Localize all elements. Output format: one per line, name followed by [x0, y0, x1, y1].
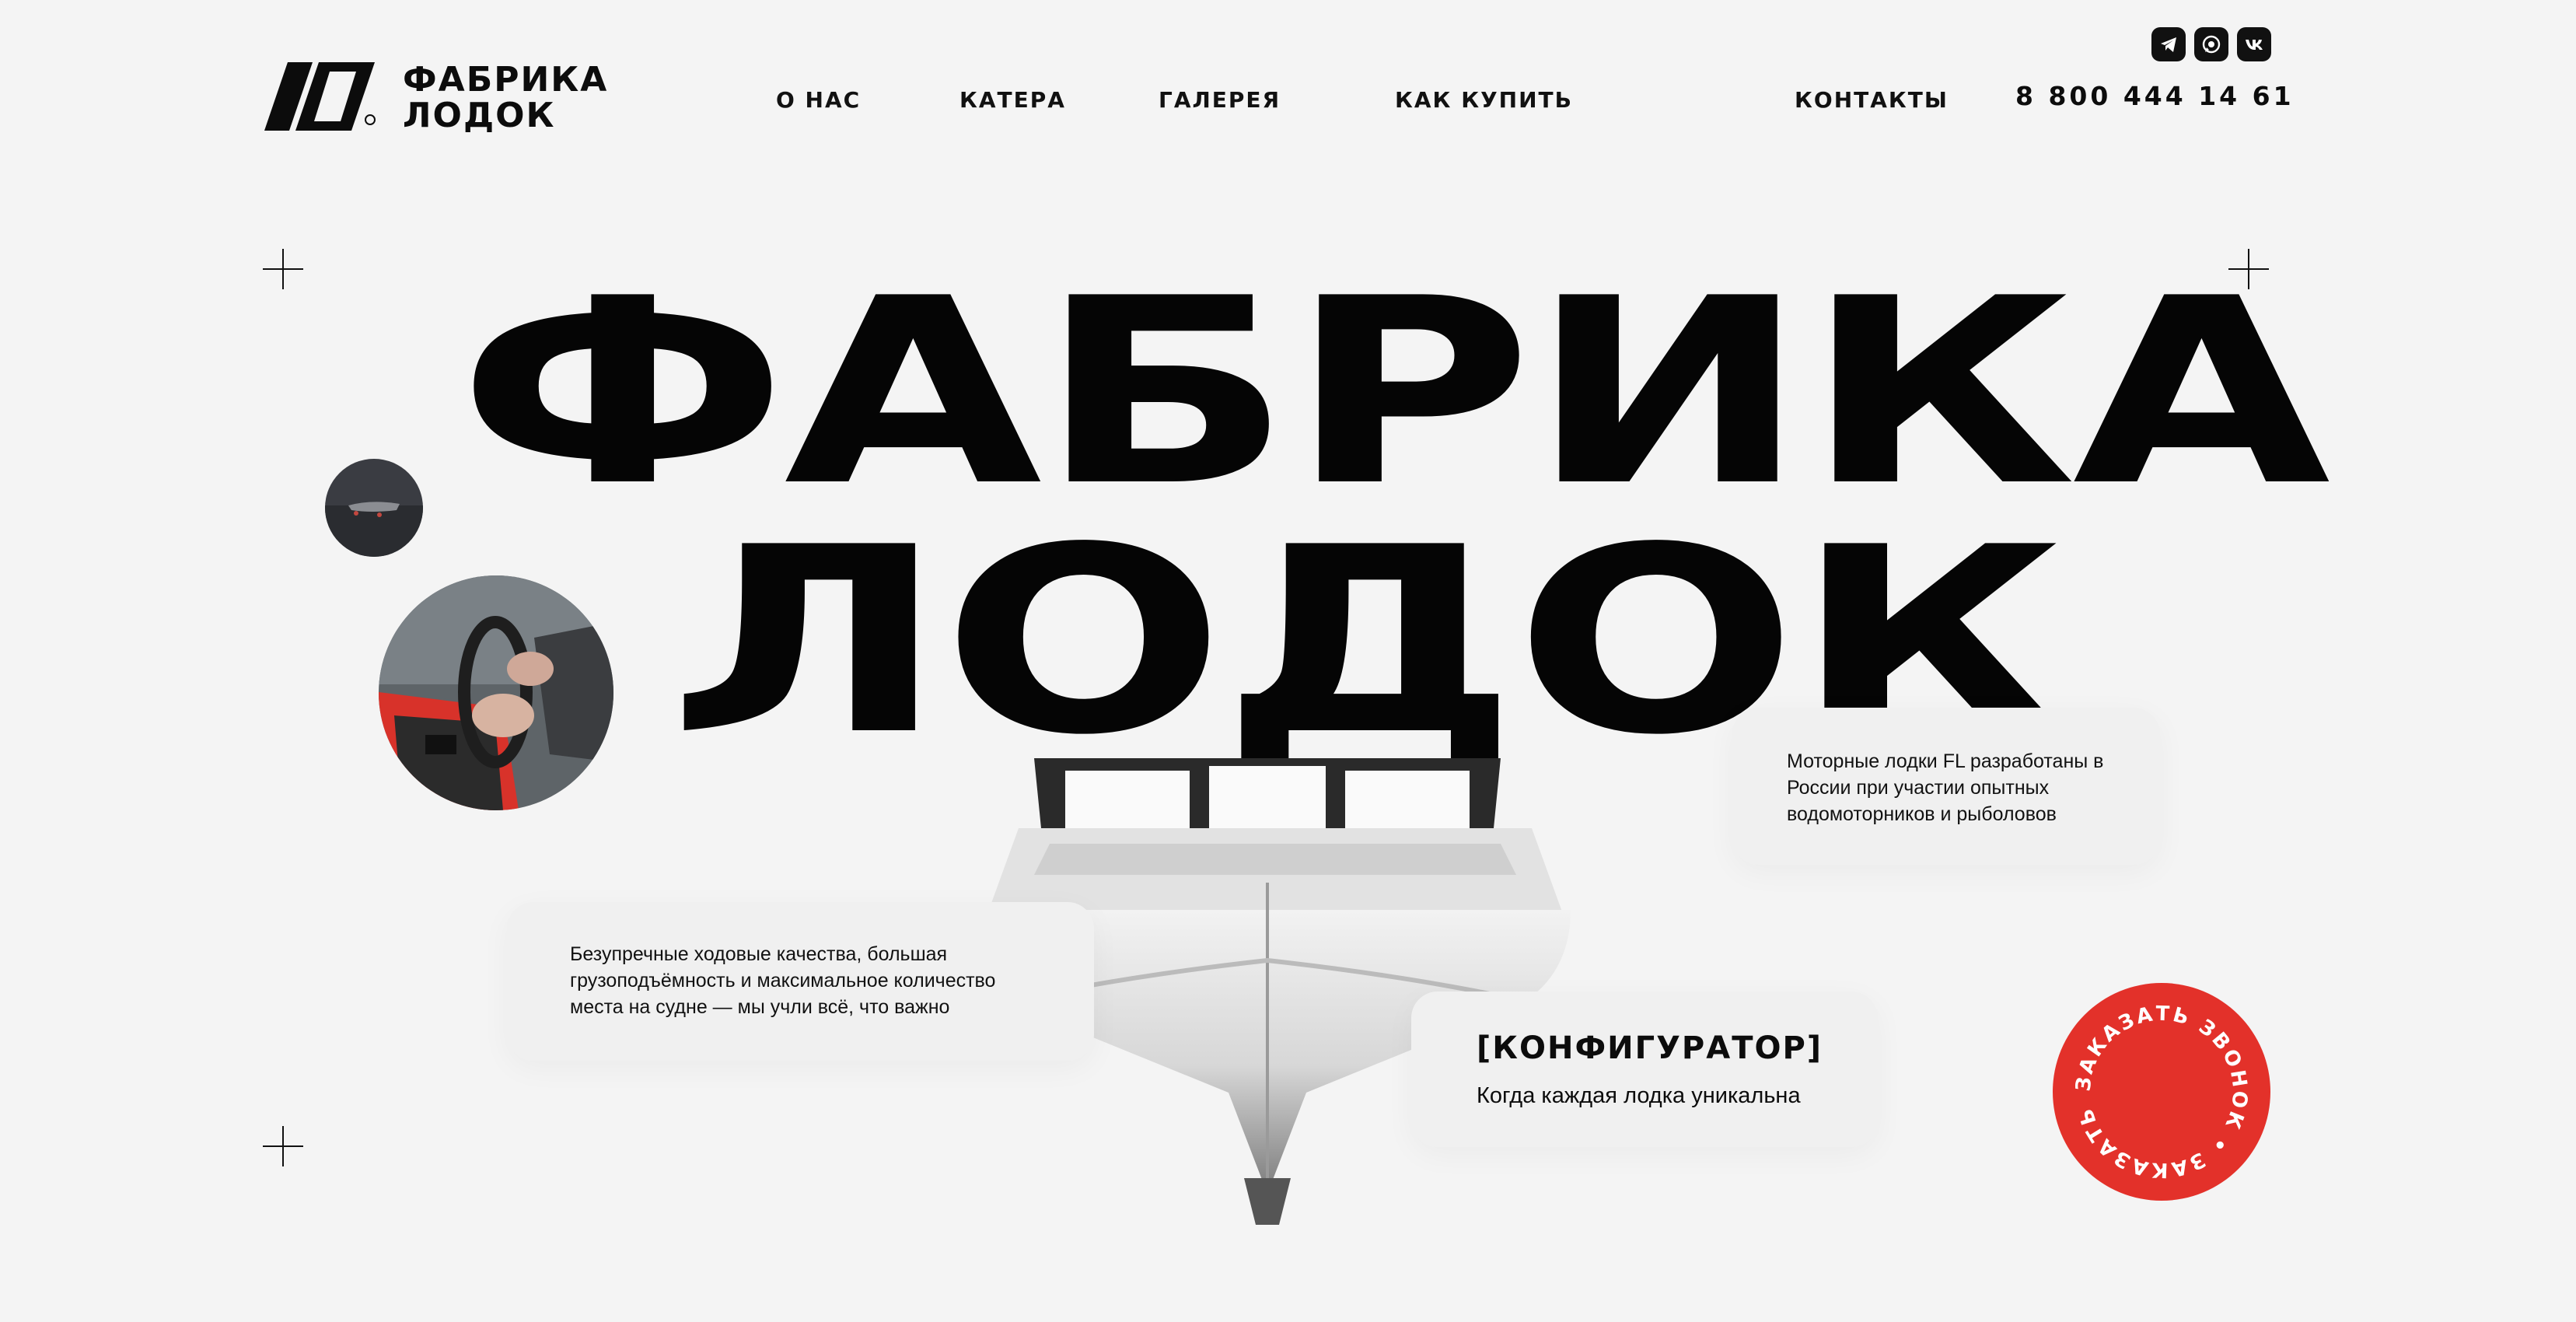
- order-call-label: ЗАКАЗАТЬ ЗВОНОК • ЗАКАЗАТЬ ЗВОНОК •: [2043, 965, 2249, 1181]
- steering-wheel-image: [379, 575, 613, 810]
- telegram-icon: [2161, 37, 2176, 52]
- vk-icon: [2246, 40, 2263, 50]
- logo-line-1: ФАБРИКА: [403, 60, 609, 100]
- steering-wheel-photo[interactable]: [379, 575, 613, 810]
- nav-contacts[interactable]: КОНТАКТЫ: [1795, 87, 1949, 113]
- whatsapp-button[interactable]: [2194, 27, 2228, 61]
- brand-logo[interactable]: ФАБРИКА ЛОДОК: [264, 58, 606, 135]
- svg-text:ЗАКАЗАТЬ ЗВОНОК • ЗАКАЗАТЬ ЗВО: ЗАКАЗАТЬ ЗВОНОК • ЗАКАЗАТЬ ЗВОНОК •: [2053, 983, 2252, 1181]
- features-card-text: Безупречные ходовые качества, большая гр…: [570, 943, 996, 1018]
- whatsapp-icon: [2202, 35, 2221, 54]
- nav-about[interactable]: О НАС: [776, 87, 861, 113]
- order-call-button[interactable]: ЗАКАЗАТЬ ЗВОНОК • ЗАКАЗАТЬ ЗВОНОК •: [2043, 965, 2270, 1201]
- features-card: Безупречные ходовые качества, большая гр…: [507, 902, 1094, 1061]
- boat-night-thumbnail[interactable]: [325, 459, 423, 557]
- configurator-subtitle: Когда каждая лодка уникальна: [1477, 1083, 1801, 1108]
- order-call-ring-text: ЗАКАЗАТЬ ЗВОНОК • ЗАКАЗАТЬ ЗВОНОК •: [2043, 965, 2252, 1181]
- nav-boats[interactable]: КАТЕРА: [959, 87, 1066, 113]
- hero-title-line-1: ФАБРИКА: [457, 243, 2330, 542]
- telegram-button[interactable]: [2151, 27, 2186, 61]
- about-card: Моторные лодки FL разработаны в России п…: [1732, 708, 2160, 865]
- corner-cross-icon: [263, 1126, 303, 1166]
- phone-number[interactable]: 8 800 444 14 61: [2015, 81, 2295, 111]
- nav-gallery[interactable]: ГАЛЕРЕЯ: [1159, 87, 1281, 113]
- nav-how-to-buy[interactable]: КАК КУПИТЬ: [1395, 87, 1573, 113]
- logo-mark-icon: [264, 62, 376, 131]
- boat-night-image: [325, 459, 423, 557]
- corner-cross-icon: [263, 249, 303, 289]
- logo-wordmark: ФАБРИКА ЛОДОК: [403, 62, 608, 134]
- vk-button[interactable]: [2237, 27, 2271, 61]
- configurator-card[interactable]: [КОНФИГУРАТОР] Когда каждая лодка уникал…: [1411, 991, 1878, 1147]
- configurator-title: [КОНФИГУРАТОР]: [1477, 1030, 1823, 1066]
- about-card-text: Моторные лодки FL разработаны в России п…: [1787, 750, 2104, 825]
- logo-line-2: ЛОДОК: [403, 96, 556, 135]
